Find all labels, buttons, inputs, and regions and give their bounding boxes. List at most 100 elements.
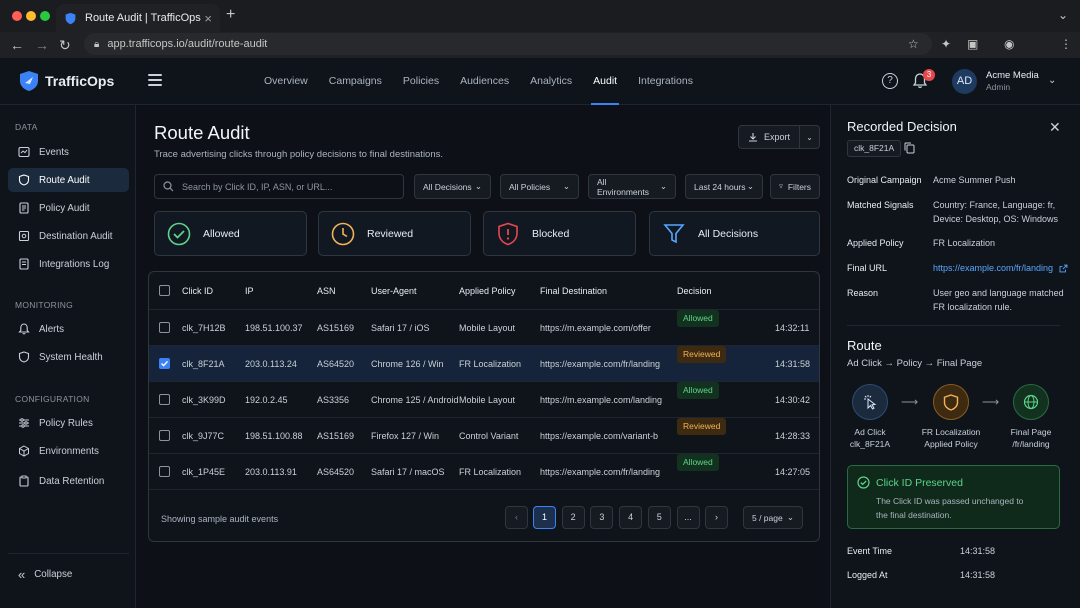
back-icon[interactable]: ← bbox=[10, 37, 24, 53]
search-input[interactable] bbox=[182, 181, 392, 192]
sidebar-item-system-health[interactable]: System Health bbox=[8, 345, 129, 369]
sidebar-item-label: Integrations Log bbox=[39, 258, 110, 270]
column-header-applied-policy[interactable]: Applied Policy bbox=[459, 272, 516, 310]
close-window-button[interactable] bbox=[12, 11, 22, 21]
sidebar-item-route-audit[interactable]: Route Audit bbox=[8, 168, 129, 192]
new-tab-button[interactable]: + bbox=[226, 6, 235, 24]
address-bar[interactable]: 🔒︎ app.trafficops.io/audit/route-audit bbox=[84, 33, 932, 55]
copy-icon[interactable] bbox=[904, 142, 915, 154]
next-page-chevron-icon[interactable]: › bbox=[705, 506, 728, 529]
policy-label: FR Localization Applied Policy bbox=[916, 426, 986, 450]
page-button[interactable]: 3 bbox=[590, 506, 614, 529]
table-row[interactable]: clk_3K99D 192.0.2.45 AS3356 Chrome 125 / An… bbox=[149, 382, 819, 418]
decision-badge: Allowed bbox=[677, 382, 719, 399]
cell-policy: Control Variant bbox=[459, 431, 519, 441]
row-checkbox[interactable] bbox=[159, 430, 170, 441]
row-checkbox[interactable] bbox=[159, 358, 170, 369]
ad-click-node bbox=[852, 384, 888, 420]
double-chevron-left-icon: « bbox=[18, 566, 26, 582]
nav-policies[interactable]: Policies bbox=[403, 58, 439, 105]
cell-policy: FR Localization bbox=[459, 359, 522, 369]
preserved-title: Click ID Preserved bbox=[876, 477, 963, 489]
table-row[interactable]: clk_8F21A 203.0.113.24 AS64520 Chrome 126 /… bbox=[149, 346, 819, 382]
click-id-preserved-callout: Click ID Preserved The Click ID was pass… bbox=[847, 465, 1060, 529]
prev-page-chevron-icon[interactable]: ‹ bbox=[505, 506, 528, 529]
row-checkbox[interactable] bbox=[159, 322, 170, 333]
sidebar-item-events[interactable]: Events bbox=[8, 140, 129, 164]
sidebar-item-data-retention[interactable]: Data Retention bbox=[8, 469, 129, 493]
column-header-decision[interactable]: Decision bbox=[677, 272, 712, 310]
detail-value-policy: FR Localization bbox=[933, 238, 996, 248]
brand-logo[interactable]: TrafficOps bbox=[19, 70, 114, 92]
sidebar-item-destination-audit[interactable]: Destination Audit bbox=[8, 224, 129, 248]
route-audit-icon bbox=[18, 174, 30, 186]
help-icon[interactable]: ? bbox=[882, 73, 898, 89]
table-row[interactable]: clk_1P45E 203.0.113.91 AS64520 Safari 17 / … bbox=[149, 454, 819, 490]
page-button[interactable]: 4 bbox=[619, 506, 643, 529]
filters-button[interactable]: Filters bbox=[770, 174, 820, 199]
sidebar-item-label: Events bbox=[39, 146, 69, 158]
column-header-asn[interactable]: ASN bbox=[317, 272, 336, 310]
final-url-link[interactable]: https://example.com/fr/landing bbox=[933, 261, 1068, 275]
nav-campaigns[interactable]: Campaigns bbox=[329, 58, 382, 105]
extensions-icon[interactable]: ✦ bbox=[941, 37, 951, 51]
sidebar-item-policy-audit[interactable]: Policy Audit bbox=[8, 196, 129, 220]
all-decisions-summary-card[interactable]: All Decisions bbox=[649, 211, 820, 256]
reload-icon[interactable]: ↻ bbox=[59, 37, 71, 54]
sidebar-item-policy-rules[interactable]: Policy Rules bbox=[8, 411, 129, 435]
tab-close-icon[interactable]: × bbox=[204, 11, 212, 26]
browser-menu-icon[interactable]: ⋮ bbox=[1060, 37, 1072, 51]
blocked-summary-card[interactable]: Blocked bbox=[483, 211, 636, 256]
column-header-user-agent[interactable]: User-Agent bbox=[371, 272, 417, 310]
tab-search-chevron-icon[interactable]: ⌄ bbox=[1058, 8, 1068, 22]
sidepanel-icon[interactable]: ▣ bbox=[967, 37, 978, 51]
nav-integrations[interactable]: Integrations bbox=[638, 58, 693, 105]
filter-icon bbox=[779, 184, 783, 189]
column-header-click-id[interactable]: Click ID bbox=[182, 272, 213, 310]
select-all-checkbox[interactable] bbox=[159, 285, 170, 296]
nav-audit[interactable]: Audit bbox=[591, 58, 620, 105]
maximize-window-button[interactable] bbox=[40, 11, 50, 21]
collapse-sidebar-button[interactable]: « Collapse bbox=[8, 562, 129, 586]
bookmark-star-icon[interactable]: ☆ bbox=[908, 37, 919, 51]
table-row[interactable]: clk_7H12B 198.51.100.37 AS15169 Safari 17 /… bbox=[149, 310, 819, 346]
page-button[interactable]: 5 bbox=[647, 506, 671, 529]
nav-audiences[interactable]: Audiences bbox=[460, 58, 509, 105]
page-button[interactable]: 2 bbox=[561, 506, 585, 529]
page-size-select[interactable]: 5 / page ⌄ bbox=[743, 506, 803, 529]
export-options-chevron-icon[interactable]: ⌄ bbox=[800, 133, 819, 142]
environment-filter-select[interactable]: All Environments ⌄ bbox=[588, 174, 676, 199]
forward-icon[interactable]: → bbox=[35, 37, 49, 53]
row-checkbox[interactable] bbox=[159, 394, 170, 405]
page-button[interactable]: 1 bbox=[533, 506, 556, 529]
sidebar-item-environments[interactable]: Environments bbox=[8, 439, 129, 463]
decision-detail-panel: Recorded Decision ✕ clk_8F21A Original C… bbox=[830, 105, 1080, 608]
event-time-label: Event Time bbox=[847, 546, 893, 556]
reviewed-summary-card[interactable]: Reviewed bbox=[318, 211, 471, 256]
chevron-down-icon: ⌄ bbox=[562, 181, 570, 191]
hamburger-menu-icon[interactable] bbox=[148, 74, 162, 89]
allowed-summary-card[interactable]: Allowed bbox=[154, 211, 307, 256]
row-checkbox[interactable] bbox=[159, 466, 170, 477]
table-row[interactable]: clk_9J77C 198.51.100.88 AS15169 Firefox 127… bbox=[149, 418, 819, 454]
sidebar-item-alerts[interactable]: Alerts bbox=[8, 317, 129, 341]
profile-icon[interactable]: ◉ bbox=[1004, 37, 1014, 51]
sidebar-item-integrations-log[interactable]: Integrations Log bbox=[8, 252, 129, 276]
page-button[interactable]: ... bbox=[676, 506, 700, 529]
browser-tab[interactable]: Route Audit | TrafficOps × bbox=[56, 4, 220, 32]
time-range-select[interactable]: Last 24 hours ⌄ bbox=[685, 174, 763, 199]
brand-shield-icon bbox=[20, 71, 38, 91]
decision-filter-select[interactable]: All Decisions ⌄ bbox=[414, 174, 491, 199]
column-header-final-destination[interactable]: Final Destination bbox=[540, 272, 607, 310]
search-field[interactable] bbox=[154, 174, 404, 199]
column-header-ip[interactable]: IP bbox=[245, 272, 254, 310]
nav-overview[interactable]: Overview bbox=[264, 58, 308, 105]
sidebar-section-data: DATA bbox=[15, 122, 38, 132]
close-icon[interactable]: ✕ bbox=[1049, 119, 1061, 136]
user-menu-chevron-icon[interactable]: ⌄ bbox=[1048, 75, 1056, 86]
policy-filter-select[interactable]: All Policies ⌄ bbox=[500, 174, 579, 199]
avatar[interactable]: AD bbox=[952, 69, 977, 94]
nav-analytics[interactable]: Analytics bbox=[530, 58, 572, 105]
export-button[interactable]: Export bbox=[739, 126, 800, 148]
minimize-window-button[interactable] bbox=[26, 11, 36, 21]
